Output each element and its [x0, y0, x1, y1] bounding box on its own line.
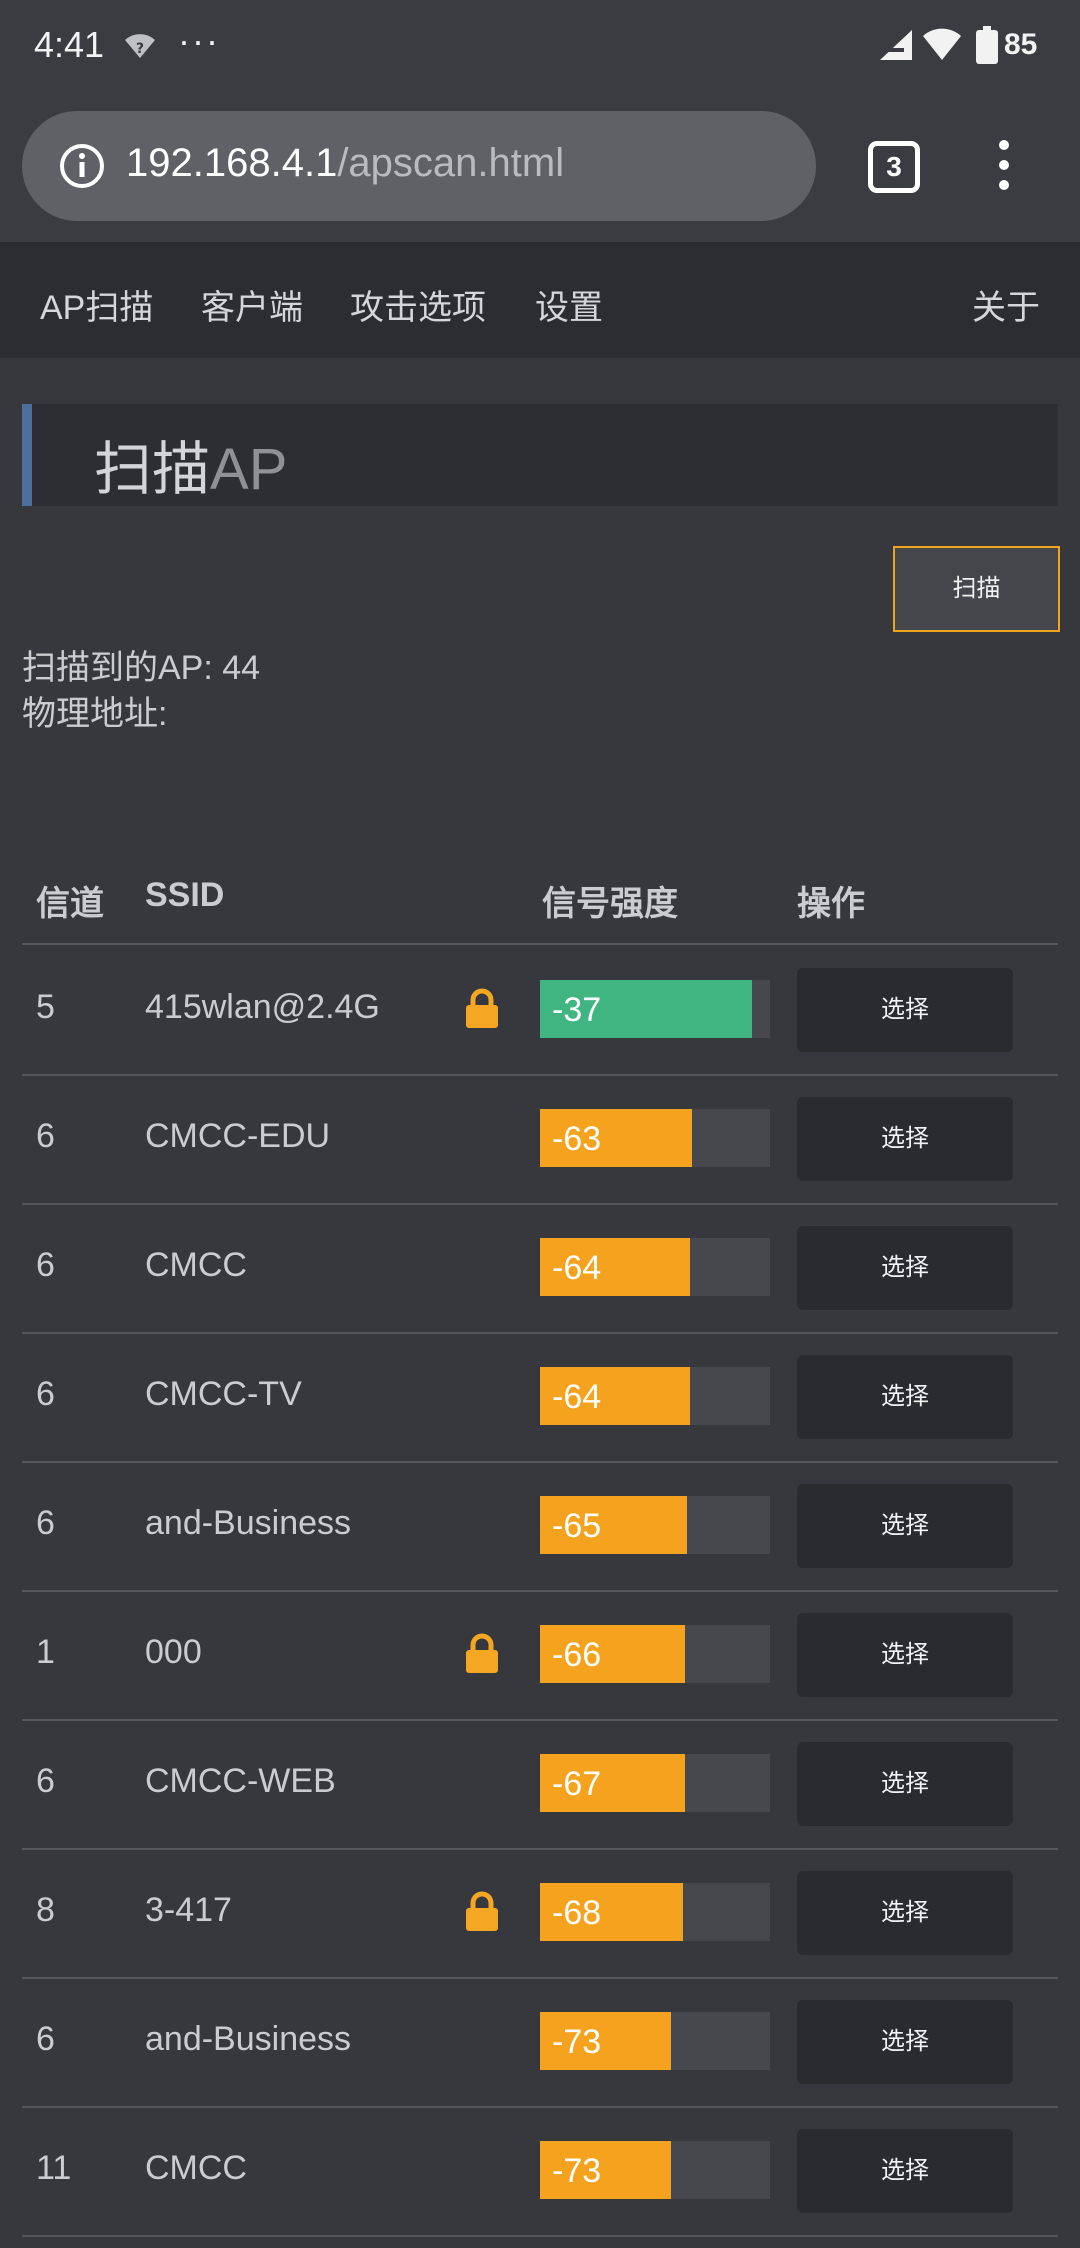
signal-strength-value: -63 [552, 1120, 602, 1158]
signal-strength-value: -37 [552, 991, 602, 1029]
signal-strength-bar: -64 [540, 1238, 770, 1296]
table-row: 6 CMCC-WEB -67 选择 [22, 1719, 1058, 1850]
signal-strength-value: -65 [552, 1507, 602, 1545]
page-heading: 扫描AP [22, 404, 1058, 506]
notification-dots: ··· [178, 20, 220, 61]
page-title-en: AP [210, 437, 288, 502]
status-time: 4:41 [34, 24, 105, 65]
url-text[interactable]: 192.168.4.1/apscan.html [126, 141, 564, 186]
select-button[interactable]: 选择 [797, 1355, 1013, 1439]
header-signal: 信号强度 [542, 885, 678, 923]
cell-channel: 6 [36, 1375, 55, 1413]
cell-channel: 1 [36, 1633, 55, 1671]
nav-attack-options[interactable]: 攻击选项 [350, 280, 486, 329]
wifi-question-icon: ? [125, 34, 155, 58]
signal-strength-bar: -73 [540, 2141, 770, 2199]
cell-ssid: CMCC-EDU [145, 1117, 331, 1155]
cell-ssid: and-Business [145, 2020, 352, 2058]
nav-ap-scan[interactable]: AP扫描 [40, 280, 153, 329]
lock-icon [464, 988, 500, 1028]
table-row: 6 CMCC-TV -64 选择 [22, 1332, 1058, 1463]
svg-text:?: ? [136, 41, 144, 57]
nav-about[interactable]: 关于 [972, 280, 1040, 329]
cell-channel: 6 [36, 1504, 55, 1542]
signal-strength-value: -73 [552, 2152, 602, 2190]
tab-switcher-button[interactable]: 3 [868, 141, 920, 193]
signal-strength-bar: -67 [540, 1754, 770, 1812]
table-row: 6 and-Business -73 选择 [22, 1977, 1058, 2108]
cell-channel: 11 [36, 2149, 72, 2187]
page-title: 扫描AP [94, 422, 287, 506]
battery-icon [976, 26, 998, 64]
select-button[interactable]: 选择 [797, 1871, 1013, 1955]
signal-icon [880, 30, 912, 60]
header-channel: 信道 [36, 885, 104, 923]
select-button[interactable]: 选择 [797, 2129, 1013, 2213]
cell-channel: 6 [36, 1117, 55, 1155]
header-action: 操作 [797, 885, 865, 923]
signal-strength-value: -66 [552, 1636, 602, 1674]
table-row: 5 415wlan@2.4G -37 选择 [22, 945, 1058, 1076]
cell-channel: 6 [36, 2020, 55, 2058]
signal-strength-value: -73 [552, 2023, 602, 2061]
url-host: 192.168.4.1 [126, 141, 338, 185]
table-row: 11 CMCC -73 选择 [22, 2106, 1058, 2237]
url-bar[interactable]: 192.168.4.1/apscan.html [22, 111, 816, 221]
wifi-icon [923, 28, 961, 60]
nav-clients[interactable]: 客户端 [201, 280, 303, 329]
signal-strength-value: -64 [552, 1249, 602, 1287]
signal-strength-bar: -68 [540, 1883, 770, 1941]
cell-ssid: 000 [145, 1633, 202, 1671]
select-button[interactable]: 选择 [797, 1226, 1013, 1310]
cell-channel: 5 [36, 988, 55, 1026]
cell-channel: 6 [36, 1246, 55, 1284]
browser-toolbar: 192.168.4.1/apscan.html 3 [0, 96, 1080, 242]
signal-strength-bar: -65 [540, 1496, 770, 1554]
cell-ssid: CMCC-TV [145, 1375, 302, 1413]
nav-settings[interactable]: 设置 [535, 280, 603, 329]
select-button[interactable]: 选择 [797, 2000, 1013, 2084]
table-row: 1 000 -66 选择 [22, 1590, 1058, 1721]
select-button[interactable]: 选择 [797, 1613, 1013, 1697]
mac-address-label: 物理地址: [22, 695, 168, 733]
url-path: /apscan.html [337, 141, 565, 185]
scan-button[interactable]: 扫描 [893, 546, 1060, 632]
table-row: 6 CMCC -64 选择 [22, 1203, 1058, 1334]
table-row: 8 3-417 -68 选择 [22, 1848, 1058, 1979]
signal-strength-value: -68 [552, 1894, 602, 1932]
table-row: 6 CMCC-EDU -63 选择 [22, 1074, 1058, 1205]
signal-strength-bar: -66 [540, 1625, 770, 1683]
cell-ssid: 3-417 [145, 1891, 232, 1929]
signal-strength-value: -64 [552, 1378, 602, 1416]
page-title-cn: 扫描 [94, 437, 211, 502]
lock-icon [464, 1891, 500, 1931]
battery-level: 85 [1004, 28, 1038, 61]
signal-strength-value: -67 [552, 1765, 602, 1803]
cell-ssid: CMCC [145, 2149, 247, 2187]
status-bar: 4:41 ? ··· 85 [0, 0, 1080, 96]
signal-strength-bar: -64 [540, 1367, 770, 1425]
header-ssid: SSID [145, 876, 225, 914]
more-vert-icon[interactable] [992, 140, 1016, 190]
site-nav: AP扫描 客户端 攻击选项 设置 关于 [0, 242, 1080, 358]
select-button[interactable]: 选择 [797, 968, 1013, 1052]
cell-ssid: CMCC [145, 1246, 247, 1284]
info-icon[interactable] [58, 142, 106, 190]
lock-icon [464, 1633, 500, 1673]
table-row: 6 and-Business -65 选择 [22, 1461, 1058, 1592]
cell-ssid: and-Business [145, 1504, 352, 1542]
select-button[interactable]: 选择 [797, 1484, 1013, 1568]
select-button[interactable]: 选择 [797, 1097, 1013, 1181]
cell-ssid: 415wlan@2.4G [145, 988, 380, 1026]
signal-strength-bar: -37 [540, 980, 770, 1038]
ap-count: 扫描到的AP: 44 [22, 649, 261, 687]
signal-strength-bar: -73 [540, 2012, 770, 2070]
cell-ssid: CMCC-WEB [145, 1762, 336, 1800]
signal-strength-bar: -63 [540, 1109, 770, 1167]
cell-channel: 8 [36, 1891, 55, 1929]
cell-channel: 6 [36, 1762, 55, 1800]
select-button[interactable]: 选择 [797, 1742, 1013, 1826]
